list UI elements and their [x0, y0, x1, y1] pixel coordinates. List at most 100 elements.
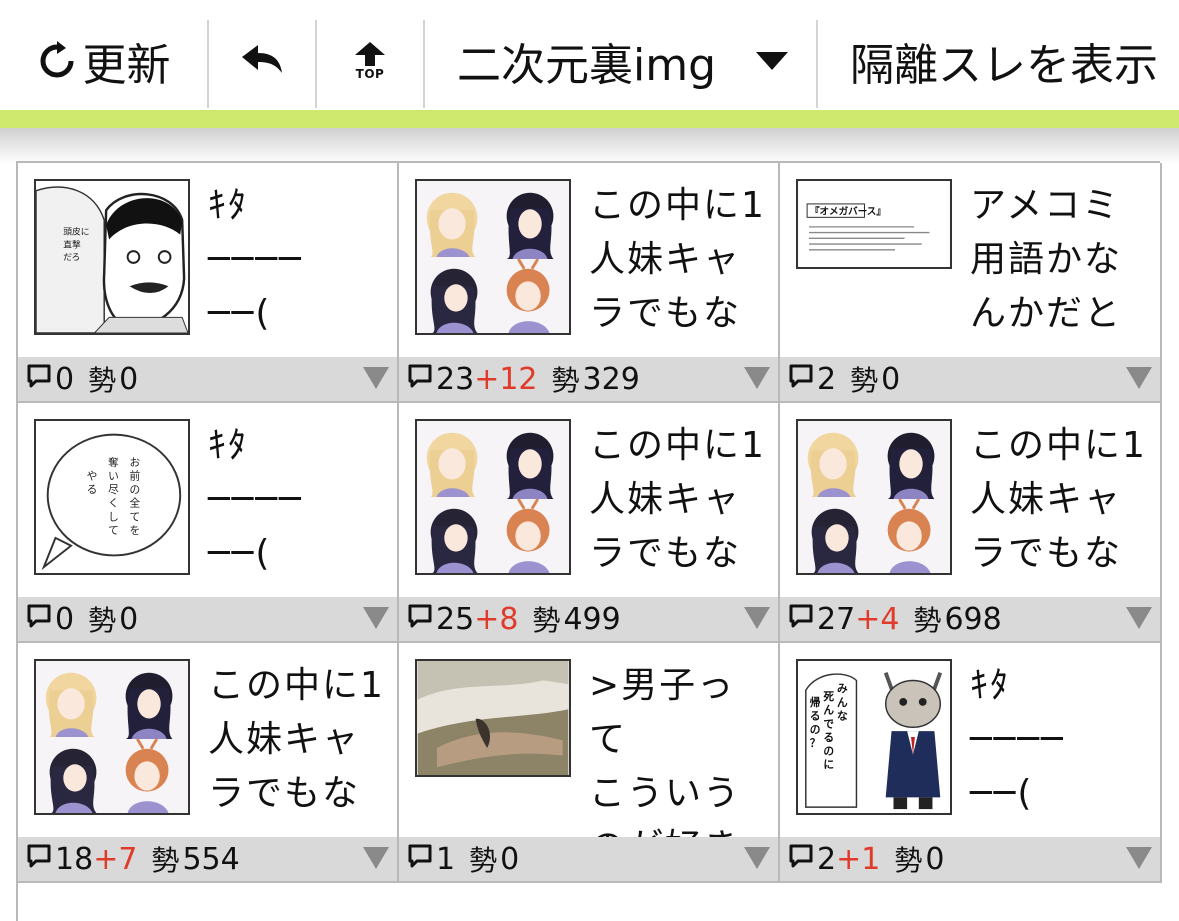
thread-thumbnail[interactable] [796, 419, 952, 575]
thread-card[interactable]: 頭皮に 直撃 だろ ｷﾀ ──── ──( 0 勢 0 [18, 163, 399, 403]
ikioi-label: 勢 [532, 604, 561, 637]
isolate-label: 隔離スレを表示 [850, 40, 1158, 91]
new-reply-count: +1 [836, 841, 881, 877]
thread-title[interactable]: ｷﾀ ──── ──( [208, 179, 389, 341]
new-reply-count: +12 [474, 361, 538, 397]
thread-card[interactable]: この中に1 人妹キャ ラでもな 25 +8 勢 499 [399, 403, 780, 643]
back-button[interactable] [209, 20, 317, 108]
reply-count: 23 [436, 361, 475, 397]
thread-thumbnail[interactable]: お前の全てを 奪い尽くして やる [34, 419, 190, 575]
svg-text:て: て [108, 524, 119, 537]
svg-text:る: る [87, 483, 98, 496]
ikioi-value: 698 [944, 601, 1002, 637]
thread-menu-triangle-icon[interactable] [363, 367, 389, 389]
ikioi-value: 0 [881, 361, 901, 397]
svg-text:み: み [837, 682, 848, 695]
svg-text:頭皮に: 頭皮に [63, 226, 89, 238]
thread-stats: 27 +4 勢 698 [780, 597, 1160, 641]
ikioi-label: 勢 [151, 844, 180, 877]
scroll-top-button[interactable]: TOP [317, 20, 425, 108]
refresh-button[interactable]: 更新 [0, 20, 209, 108]
thread-stats: 0勢0 [18, 357, 397, 401]
thread-thumbnail[interactable]: みんな 死んでるのに 帰るの？ [796, 659, 952, 815]
ikioi-label: 勢 [469, 844, 498, 877]
svg-text:帰: 帰 [810, 696, 821, 709]
ikioi-value: 0 [119, 361, 139, 397]
thread-title[interactable]: この中に1 人妹キャ ラでもな [589, 419, 770, 581]
thread-thumbnail[interactable] [415, 179, 571, 335]
svg-text:奪: 奪 [108, 456, 119, 469]
dropdown-triangle-icon [756, 52, 788, 70]
thread-title[interactable]: ｷﾀ ──── ──( [970, 659, 1152, 821]
thread-thumbnail[interactable] [415, 659, 571, 777]
thread-menu-triangle-icon[interactable] [363, 847, 389, 869]
comment-icon [788, 602, 814, 637]
top-label: TOP [355, 66, 385, 81]
comment-icon [26, 602, 52, 637]
thread-stats: 18 +7 勢 554 [18, 837, 397, 881]
reply-count: 25 [436, 601, 475, 637]
thread-menu-triangle-icon[interactable] [1126, 847, 1152, 869]
thread-stats: 2 +1 勢 0 [780, 837, 1160, 881]
svg-text:や: や [87, 469, 98, 482]
ikioi-value: 329 [582, 361, 640, 397]
svg-text:を: を [130, 524, 141, 537]
thread-card[interactable]: この中に1 人妹キャ ラでもな 27 +4 勢 698 [780, 403, 1162, 643]
thread-menu-triangle-icon[interactable] [1126, 607, 1152, 629]
new-reply-count: +7 [93, 841, 138, 877]
svg-text:死: 死 [822, 690, 834, 703]
accent-bar [0, 110, 1179, 128]
reply-count: 18 [55, 841, 94, 877]
thread-title[interactable]: この中に1 人妹キャ ラでもな [208, 659, 389, 821]
ikioi-label: 勢 [913, 604, 942, 637]
svg-text:な: な [837, 709, 848, 722]
thread-thumbnail[interactable]: 頭皮に 直撃 だろ [34, 179, 190, 335]
comment-icon [407, 842, 433, 877]
thread-menu-triangle-icon[interactable] [1126, 367, 1152, 389]
thread-menu-triangle-icon[interactable] [744, 607, 770, 629]
arrow-up-icon [355, 41, 385, 66]
comment-icon [26, 842, 52, 877]
svg-text:の: の [130, 483, 141, 496]
thread-menu-triangle-icon[interactable] [744, 367, 770, 389]
accent-shadow [0, 128, 1179, 164]
thread-menu-triangle-icon[interactable] [744, 847, 770, 869]
thread-title[interactable]: ｷﾀ ──── ──( [208, 419, 389, 581]
thread-card[interactable]: この中に1 人妹キャ ラでもな 18 +7 勢 554 [18, 643, 399, 883]
show-isolated-threads-button[interactable]: 隔離スレを表示 [818, 20, 1179, 108]
refresh-label: 更新 [82, 40, 171, 91]
svg-text:の: の [823, 745, 834, 758]
thread-title[interactable]: この中に1 人妹キャ ラでもな [970, 419, 1152, 581]
ikioi-label: 勢 [88, 364, 117, 397]
board-select[interactable]: 二次元裏img [425, 20, 818, 108]
thread-card[interactable]: >男子って こういう のが好き1勢0 [399, 643, 780, 883]
thread-card[interactable]: この中に1 人妹キャ ラでもな 23 +12 勢 329 [399, 163, 780, 403]
svg-text:く: く [108, 497, 119, 510]
board-label: 二次元裏img [457, 40, 717, 91]
svg-text:尽: 尽 [108, 483, 119, 496]
comment-icon [788, 842, 814, 877]
svg-text:『オメガバース』: 『オメガバース』 [810, 205, 886, 217]
reply-count: 0 [55, 601, 75, 637]
thread-card[interactable]: お前の全てを 奪い尽くして やる ｷﾀ ──── ──( 0 勢 0 [18, 403, 399, 643]
svg-text:で: で [823, 717, 834, 730]
thread-title[interactable]: アメコミ 用語かな んかだと [970, 179, 1152, 341]
comment-icon [407, 362, 433, 397]
thread-stats: 25 +8 勢 499 [399, 597, 778, 641]
thread-card[interactable]: 『オメガバース』 アメコミ 用語かな んかだと 2 勢 0 [780, 163, 1162, 403]
svg-text:ん: ん [837, 696, 848, 709]
thread-thumbnail[interactable] [415, 419, 571, 575]
svg-text:だろ: だろ [63, 252, 80, 263]
thread-stats: 0勢0 [18, 597, 397, 641]
back-arrow-icon [240, 43, 284, 79]
reply-count: 0 [55, 361, 75, 397]
new-reply-count: +8 [474, 601, 519, 637]
svg-text:し: し [108, 510, 119, 523]
ikioi-label: 勢 [551, 364, 580, 397]
ikioi-label: 勢 [88, 604, 117, 637]
thread-menu-triangle-icon[interactable] [363, 607, 389, 629]
thread-thumbnail[interactable] [34, 659, 190, 815]
thread-thumbnail[interactable]: 『オメガバース』 [796, 179, 952, 269]
thread-title[interactable]: この中に1 人妹キャ ラでもな [589, 179, 770, 341]
thread-card[interactable]: みんな 死んでるのに 帰るの？ ｷﾀ ──── ──( 2 +1 勢 0 [780, 643, 1162, 883]
